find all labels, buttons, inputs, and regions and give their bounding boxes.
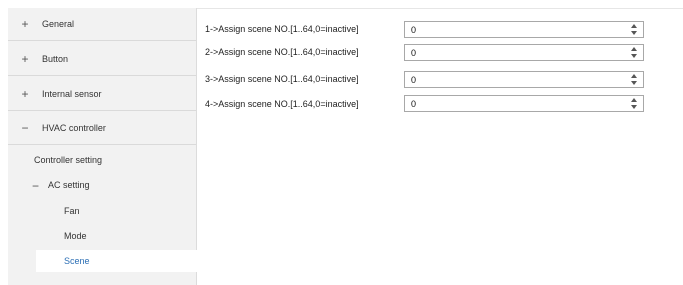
sidebar-section-label: Internal sensor — [42, 89, 102, 99]
spin-arrows-icon[interactable] — [631, 23, 637, 37]
sidebar-section-hvac-controller[interactable]: − HVAC controller — [8, 112, 196, 145]
row-label-4: 4->Assign scene NO.[1..64,0=inactive] — [205, 99, 359, 109]
sidebar-item-mode[interactable]: Mode — [64, 231, 87, 242]
sidebar-item-label: Scene — [64, 256, 90, 266]
spinbox-value[interactable]: 0 — [411, 99, 416, 110]
expand-plus-icon[interactable]: + — [20, 18, 30, 30]
scene-number-spinbox-1[interactable]: 0 — [404, 21, 644, 38]
sidebar-section-label: Button — [42, 54, 69, 64]
row-label-3: 3->Assign scene NO.[1..64,0=inactive] — [205, 74, 359, 84]
spin-arrows-icon[interactable] — [631, 46, 637, 60]
scene-number-spinbox-2[interactable]: 0 — [404, 44, 644, 61]
expand-plus-icon[interactable]: + — [20, 53, 30, 65]
sidebar-item-fan[interactable]: Fan — [64, 206, 80, 217]
scene-number-spinbox-4[interactable]: 0 — [404, 95, 644, 112]
sidebar-section-label: HVAC controller — [42, 123, 106, 133]
spinbox-value[interactable]: 0 — [411, 25, 416, 36]
spin-arrows-icon[interactable] — [631, 97, 637, 111]
sidebar-section-internal-sensor[interactable]: + Internal sensor — [8, 78, 196, 111]
collapse-minus-icon[interactable]: − — [20, 122, 30, 134]
sidebar-section-general[interactable]: + General — [8, 8, 196, 41]
sidebar-section-button[interactable]: + Button — [8, 43, 196, 76]
row-label-1: 1->Assign scene NO.[1..64,0=inactive] — [205, 24, 359, 34]
sidebar-section-label: General — [42, 19, 75, 29]
collapse-minus-icon[interactable]: − — [32, 180, 39, 192]
spinbox-value[interactable]: 0 — [411, 48, 416, 59]
sidebar-item-scene-selected[interactable]: Scene — [36, 250, 198, 272]
sidebar-item-controller-setting[interactable]: Controller setting — [34, 155, 102, 166]
spinbox-value[interactable]: 0 — [411, 75, 416, 86]
row-label-2: 2->Assign scene NO.[1..64,0=inactive] — [205, 47, 359, 57]
expand-plus-icon[interactable]: + — [20, 88, 30, 100]
spin-arrows-icon[interactable] — [631, 73, 637, 87]
scene-number-spinbox-3[interactable]: 0 — [404, 71, 644, 88]
sidebar-item-ac-setting[interactable]: AC setting — [48, 180, 90, 191]
